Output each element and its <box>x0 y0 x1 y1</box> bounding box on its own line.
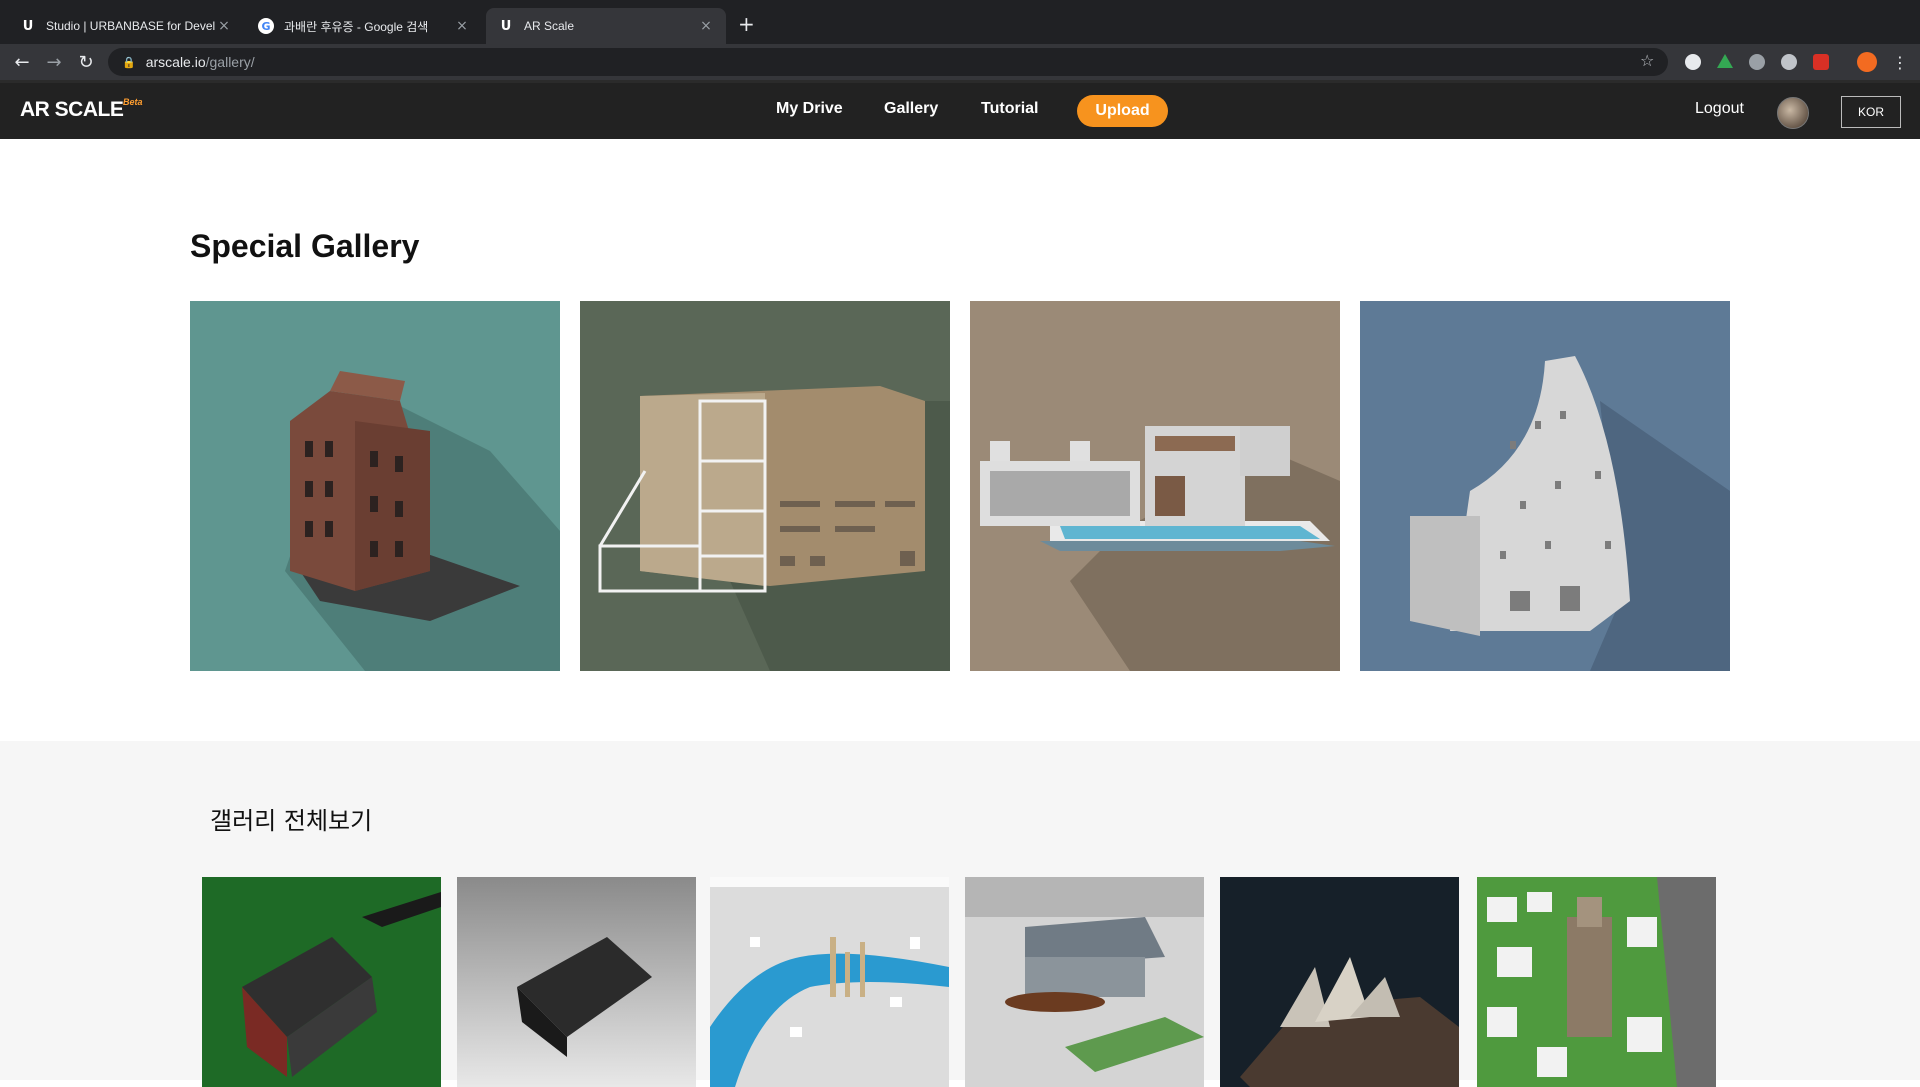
more-menu-icon[interactable]: ⋮ <box>1888 50 1912 74</box>
gallery-thumb-city-river[interactable] <box>710 877 949 1087</box>
extension-icon[interactable] <box>1749 54 1765 70</box>
all-gallery-title: 갤러리 전체보기 <box>210 807 373 835</box>
extension-icon[interactable] <box>1685 54 1701 70</box>
new-tab-icon[interactable]: + <box>738 12 755 36</box>
urbanbase-favicon-icon: U <box>22 18 34 34</box>
gallery-thumb-opera-house[interactable] <box>1220 877 1459 1087</box>
forward-icon[interactable]: → <box>42 50 66 74</box>
address-bar[interactable]: 🔒 arscale.io/gallery/ <box>108 48 1668 76</box>
gallery-thumb-urban-block[interactable] <box>1477 877 1716 1087</box>
all-gallery-section: 갤러리 전체보기 <box>0 741 1920 1087</box>
close-tab-icon[interactable]: × <box>698 18 714 34</box>
modern-house-thumbnail <box>965 877 1204 1087</box>
beta-badge: Beta <box>123 97 143 107</box>
tab-title: Studio | URBANBASE for Devel <box>46 19 216 33</box>
back-icon[interactable]: ← <box>10 50 34 74</box>
react-devtools-icon[interactable] <box>1781 54 1797 70</box>
google-favicon-icon: G <box>258 18 274 34</box>
url-path: /gallery/ <box>205 54 255 70</box>
upload-button[interactable]: Upload <box>1077 95 1168 127</box>
bookmark-star-icon[interactable]: ☆ <box>1640 51 1654 70</box>
pool-house-thumbnail <box>970 301 1340 671</box>
browser-tab-google[interactable]: G 과배란 후유증 - Google 검색 × <box>246 8 482 44</box>
profile-avatar-icon[interactable] <box>1857 52 1877 72</box>
gallery-thumb-brick-house[interactable] <box>202 877 441 1087</box>
lock-icon: 🔒 <box>122 55 136 69</box>
nav-gallery[interactable]: Gallery <box>884 100 938 118</box>
city-river-thumbnail <box>710 877 949 1087</box>
arscale-favicon-icon: U <box>500 18 512 34</box>
arscale-logo[interactable]: AR SCALE <box>20 98 124 122</box>
curved-tower-thumbnail <box>1360 301 1730 671</box>
urban-block-thumbnail <box>1477 877 1716 1087</box>
language-button[interactable]: KOR <box>1841 96 1901 128</box>
tab-title: 과배란 후유증 - Google 검색 <box>284 19 429 34</box>
special-gallery-card-pool-house[interactable] <box>970 301 1340 671</box>
special-gallery-title: Special Gallery <box>190 228 420 264</box>
special-gallery-card-curved-tower[interactable] <box>1360 301 1730 671</box>
brick-building-thumbnail <box>190 301 560 671</box>
gallery-thumb-dark-house[interactable] <box>457 877 696 1087</box>
special-gallery-card-brick-building[interactable] <box>190 301 560 671</box>
reload-icon[interactable]: ↻ <box>74 50 98 74</box>
nav-tutorial[interactable]: Tutorial <box>981 100 1038 118</box>
site-header: AR SCALE Beta My Drive Gallery Tutorial … <box>0 80 1920 139</box>
user-avatar[interactable] <box>1777 97 1809 129</box>
browser-tab-urbanbase[interactable]: U Studio | URBANBASE for Devel × <box>8 8 244 44</box>
warehouse-thumbnail <box>580 301 950 671</box>
close-tab-icon[interactable]: × <box>454 18 470 34</box>
nav-my-drive[interactable]: My Drive <box>776 100 843 118</box>
dark-house-thumbnail <box>457 877 696 1087</box>
browser-toolbar: ← → ↻ 🔒 arscale.io/gallery/ ☆ ⋮ <box>0 44 1920 80</box>
browser-tab-bar: U Studio | URBANBASE for Devel × G 과배란 후… <box>0 0 1920 44</box>
gallery-thumb-modern-house[interactable] <box>965 877 1204 1087</box>
close-tab-icon[interactable]: × <box>216 18 232 34</box>
logout-link[interactable]: Logout <box>1695 100 1744 118</box>
brick-house-thumbnail <box>202 877 441 1087</box>
browser-tab-arscale[interactable]: U AR Scale × <box>486 8 726 44</box>
drive-extension-icon[interactable] <box>1717 54 1733 68</box>
special-gallery-card-warehouse[interactable] <box>580 301 950 671</box>
url-host: arscale.io <box>145 54 206 70</box>
tab-title: AR Scale <box>524 19 575 33</box>
opera-house-thumbnail <box>1220 877 1459 1087</box>
cors-extension-icon[interactable] <box>1813 54 1829 70</box>
